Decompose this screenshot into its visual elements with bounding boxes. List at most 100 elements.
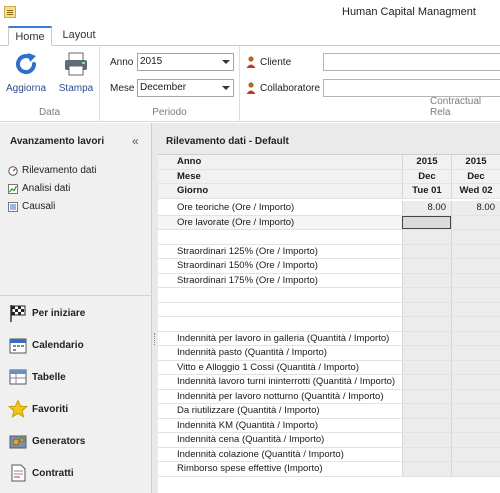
- row-label: Ore teoriche (Ore / Importo): [158, 201, 402, 215]
- sidebar-item-rilevamento-dati[interactable]: Rilevamento dati: [8, 164, 96, 178]
- ribbon-group-data: Aggiorna Stampa Data: [0, 46, 100, 122]
- row-label: Indennità pasto (Quantità / Importo): [158, 346, 402, 360]
- column-header[interactable]: 2015: [402, 155, 451, 169]
- grid-cell[interactable]: [402, 375, 451, 389]
- grid-cell[interactable]: [451, 317, 500, 331]
- grid-cell-selected[interactable]: [402, 215, 451, 229]
- grid-cell[interactable]: [402, 389, 451, 403]
- row-label: Indennità cena (Quantità / Importo): [158, 433, 402, 447]
- column-header[interactable]: Tue 01: [402, 184, 451, 198]
- row-label: Vitto e Alloggio 1 Cossi (Quantità / Imp…: [158, 360, 402, 374]
- grid-cell[interactable]: [451, 244, 500, 258]
- header-row-anno: Anno 2015 2015: [158, 155, 500, 170]
- splitter-grip-icon: [154, 333, 156, 345]
- grid-cell[interactable]: [451, 375, 500, 389]
- table-row: [158, 317, 500, 332]
- row-label: Indennità per lavoro in galleria (Quanti…: [158, 331, 402, 345]
- grid-cell[interactable]: [451, 230, 500, 244]
- table-row: Indennità KM (Quantità / Importo): [158, 418, 500, 433]
- grid-cell[interactable]: [451, 404, 500, 418]
- tab-layout[interactable]: Layout: [62, 26, 96, 46]
- table-row: Vitto e Alloggio 1 Cossi (Quantità / Imp…: [158, 360, 500, 375]
- grid-cell[interactable]: [402, 360, 451, 374]
- grid-cell[interactable]: [451, 288, 500, 302]
- left-panel-title: Avanzamento lavori: [10, 136, 105, 147]
- cliente-label: Cliente: [260, 57, 292, 68]
- grid-cell[interactable]: [451, 259, 500, 273]
- grid-cell[interactable]: [402, 259, 451, 273]
- refresh-icon: [16, 53, 37, 74]
- column-header[interactable]: Dec: [451, 169, 500, 183]
- grid-cell[interactable]: [451, 302, 500, 316]
- grid-cell[interactable]: [451, 346, 500, 360]
- star-icon: [8, 399, 28, 418]
- column-header[interactable]: Dec: [402, 169, 451, 183]
- grid-cell[interactable]: [402, 317, 451, 331]
- grid-cell[interactable]: [451, 418, 500, 432]
- collaboratore-label: Collaboratore: [260, 83, 321, 94]
- collaboratore-field[interactable]: [323, 79, 500, 97]
- grid-cell[interactable]: [402, 331, 451, 345]
- table-row: Indennità lavoro turni ininterrotti (Qua…: [158, 375, 500, 390]
- nav-contratti[interactable]: Contratti: [6, 459, 146, 487]
- grid-cell[interactable]: [451, 273, 500, 287]
- row-label: [158, 302, 402, 316]
- table-row: Da riutilizzare (Quantità / Importo): [158, 404, 500, 419]
- column-header[interactable]: 2015: [451, 155, 500, 169]
- grid-cell[interactable]: [402, 302, 451, 316]
- line-chart-icon: [8, 184, 18, 194]
- sidebar-item-causali[interactable]: Causali: [8, 200, 55, 214]
- cliente-field[interactable]: [323, 53, 500, 71]
- grid-cell[interactable]: [451, 433, 500, 447]
- collapse-panel-button[interactable]: «: [132, 134, 139, 148]
- nav-label: Calendario: [32, 340, 84, 351]
- grid-cell[interactable]: [402, 346, 451, 360]
- grid-cell[interactable]: [402, 418, 451, 432]
- anno-select[interactable]: 2015: [137, 53, 234, 71]
- row-label: Indennità colazione (Quantità / Importo): [158, 447, 402, 461]
- table-row: Straordinari 125% (Ore / Importo): [158, 244, 500, 259]
- ribbon-group-periodo: Anno 2015 Mese December Periodo: [100, 46, 240, 122]
- grid-cell[interactable]: 8.00: [402, 201, 451, 215]
- nav-favoriti[interactable]: Favoriti: [6, 395, 146, 423]
- grid-cell[interactable]: [402, 447, 451, 461]
- grid-cell[interactable]: [451, 389, 500, 403]
- table-row: [158, 288, 500, 303]
- grid-cell[interactable]: [451, 331, 500, 345]
- grid-cell[interactable]: [402, 230, 451, 244]
- grid-cell[interactable]: [451, 215, 500, 229]
- row-label: Giorno: [158, 184, 402, 198]
- window-title: Human Capital Managment: [342, 6, 476, 18]
- column-header[interactable]: Wed 02: [451, 184, 500, 198]
- stampa-button[interactable]: Stampa: [56, 50, 96, 94]
- chevron-down-icon: [222, 60, 230, 64]
- sidebar-item-analisi-dati[interactable]: Analisi dati: [8, 182, 70, 196]
- grid-cell[interactable]: [402, 462, 451, 476]
- calendar-icon: [9, 338, 27, 354]
- table-row: Indennità cena (Quantità / Importo): [158, 433, 500, 448]
- grid-cell[interactable]: [402, 404, 451, 418]
- aggiorna-button[interactable]: Aggiorna: [6, 50, 46, 94]
- nav-calendario[interactable]: Calendario: [6, 331, 146, 359]
- row-label: Anno: [158, 155, 402, 169]
- grid-cell[interactable]: 8.00: [451, 201, 500, 215]
- table-row: Indennità per lavoro in galleria (Quanti…: [158, 331, 500, 346]
- nav-per-iniziare[interactable]: Per iniziare: [6, 299, 146, 327]
- mese-value: December: [140, 82, 187, 93]
- grid-cell[interactable]: [402, 273, 451, 287]
- grid-cell[interactable]: [451, 462, 500, 476]
- row-label: Mese: [158, 169, 402, 183]
- grid-cell[interactable]: [402, 288, 451, 302]
- main-content: Rilevamento dati - Default Anno 2015 201…: [158, 123, 500, 493]
- grid-cell[interactable]: [402, 244, 451, 258]
- grid-cell[interactable]: [402, 433, 451, 447]
- grid-cell[interactable]: [451, 447, 500, 461]
- mese-select[interactable]: December: [137, 79, 234, 97]
- row-label: Da riutilizzare (Quantità / Importo): [158, 404, 402, 418]
- table-row: Indennità pasto (Quantità / Importo): [158, 346, 500, 361]
- nav-tabelle[interactable]: Tabelle: [6, 363, 146, 391]
- grid-cell[interactable]: [451, 360, 500, 374]
- row-label: [158, 317, 402, 331]
- nav-generators[interactable]: Generators: [6, 427, 146, 455]
- tab-home[interactable]: Home: [8, 26, 52, 46]
